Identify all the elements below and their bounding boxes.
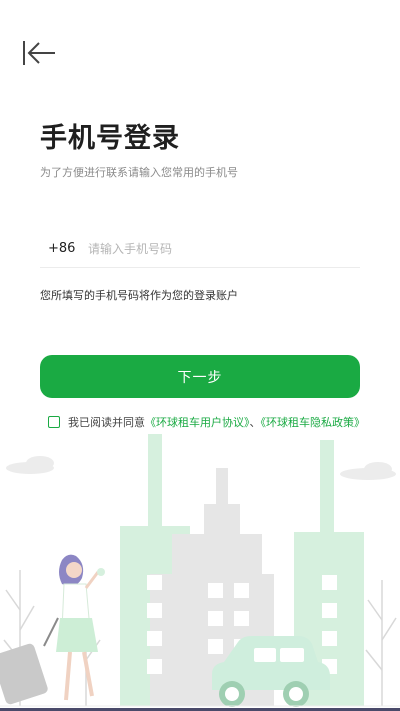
phone-field-row: +86 [40,230,360,268]
cloud-right [340,462,396,480]
back-button[interactable] [20,38,58,68]
back-arrow-icon [23,41,55,65]
city-illustration [0,434,400,707]
page-subtitle: 为了方便进行联系请输入您常用的手机号 [40,166,238,179]
country-code[interactable]: +86 [40,241,88,256]
page-title: 手机号登录 [40,123,180,154]
account-hint: 您所填写的手机号码将作为您的登录账户 [40,289,238,302]
woman-illustration [0,554,105,705]
cloud-left [6,456,54,474]
tree-right [365,580,397,706]
phone-input[interactable] [88,241,360,256]
next-button[interactable]: 下一步 [40,355,360,398]
